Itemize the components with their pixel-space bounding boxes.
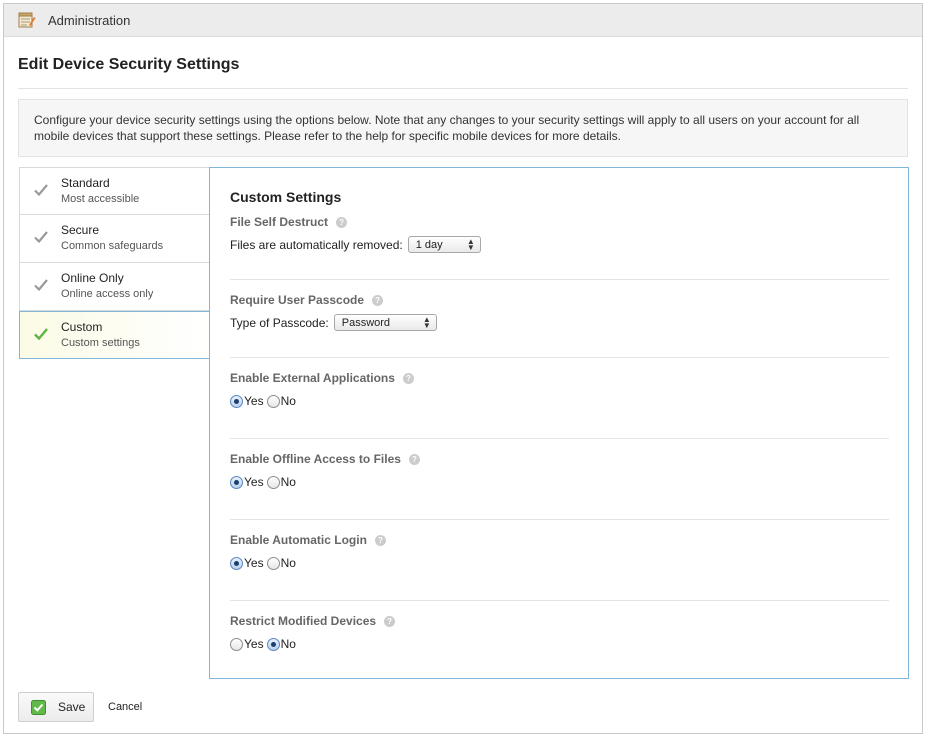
custom-settings-panel: Custom Settings File Self Destruct ? Fil… (209, 167, 909, 679)
field-label: Files are automatically removed: (230, 237, 403, 252)
help-icon[interactable]: ? (402, 372, 414, 384)
save-button[interactable]: Save (18, 692, 94, 722)
setting-restrict-modified: Restrict Modified Devices ? Yes No (230, 614, 889, 651)
setting-label: Require User Passcode ? (230, 293, 889, 307)
checkmark-icon (34, 278, 48, 292)
window-title: Administration (48, 12, 131, 28)
select-arrows-icon: ▲ ▼ (466, 236, 475, 252)
setting-label: Enable External Applications ? (230, 371, 889, 385)
select-arrows-icon: ▲ ▼ (422, 314, 431, 330)
setting-external-apps: Enable External Applications ? Yes No (230, 371, 889, 408)
section-divider (230, 600, 889, 601)
external-apps-no-radio[interactable]: No (266, 394, 296, 408)
cancel-link[interactable]: Cancel (108, 701, 142, 713)
sidebar-item-standard[interactable]: Standard Most accessible (19, 167, 209, 215)
setting-label-text: Enable Automatic Login (230, 533, 367, 547)
restrict-modified-no-radio[interactable]: No (266, 637, 296, 651)
section-divider (230, 519, 889, 520)
sidebar-item-online-only[interactable]: Online Only Online access only (19, 263, 209, 311)
sidebar-item-name: Secure (61, 223, 100, 237)
checkmark-icon (34, 327, 48, 341)
checkmark-icon (34, 183, 48, 197)
setting-require-passcode: Require User Passcode ? Type of Passcode… (230, 293, 889, 331)
setting-auto-login: Enable Automatic Login ? Yes No (230, 533, 889, 570)
sidebar-item-name: Online Only (61, 271, 124, 285)
form-footer: Save Cancel (18, 692, 142, 722)
title-divider (18, 88, 908, 89)
external-apps-yes-radio[interactable]: Yes (230, 394, 264, 408)
section-divider (230, 279, 889, 280)
section-divider (230, 438, 889, 439)
setting-label-text: Restrict Modified Devices (230, 614, 377, 628)
select-value: Password (341, 316, 391, 329)
sidebar-item-subtitle: Custom settings (61, 337, 140, 349)
setting-label-text: Enable Offline Access to Files (230, 452, 401, 466)
offline-access-no-radio[interactable]: No (266, 475, 296, 489)
sidebar-item-name: Standard (61, 176, 110, 190)
passcode-type-select[interactable]: Password ▲ ▼ (333, 314, 437, 331)
setting-label: File Self Destruct ? (230, 215, 889, 229)
setting-label-text: Require User Passcode (230, 293, 365, 307)
auto-login-yes-radio[interactable]: Yes (230, 556, 264, 570)
setting-label: Enable Offline Access to Files ? (230, 452, 889, 466)
sidebar-item-subtitle: Online access only (61, 288, 154, 300)
preset-sidebar: Standard Most accessible Secure Common s… (19, 167, 209, 359)
intro-text: Configure your device security settings … (18, 99, 908, 157)
admin-window: Administration Edit Device Security Sett… (3, 3, 923, 734)
sidebar-item-secure[interactable]: Secure Common safeguards (19, 215, 209, 263)
notepad-icon (18, 12, 36, 28)
sidebar-item-name: Custom (61, 320, 103, 334)
setting-label: Enable Automatic Login ? (230, 533, 889, 547)
help-icon[interactable]: ? (374, 534, 386, 546)
setting-file-self-destruct: File Self Destruct ? Files are automatic… (230, 215, 889, 253)
page-title: Edit Device Security Settings (18, 56, 240, 73)
help-icon[interactable]: ? (384, 615, 396, 627)
sidebar-item-custom[interactable]: Custom Custom settings (19, 311, 209, 359)
field-label: Type of Passcode: (230, 315, 329, 330)
setting-label: Restrict Modified Devices ? (230, 614, 889, 628)
save-label: Save (58, 700, 86, 714)
setting-offline-access: Enable Offline Access to Files ? Yes No (230, 452, 889, 489)
section-divider (230, 357, 889, 358)
sidebar-item-subtitle: Most accessible (61, 193, 140, 205)
select-value: 1 day (415, 238, 443, 251)
checkmark-icon (31, 699, 46, 715)
help-icon[interactable]: ? (336, 216, 348, 228)
checkmark-icon (34, 230, 48, 244)
restrict-modified-yes-radio[interactable]: Yes (230, 637, 264, 651)
auto-login-no-radio[interactable]: No (266, 556, 296, 570)
setting-label-text: File Self Destruct (230, 215, 329, 229)
panel-title: Custom Settings (230, 189, 342, 205)
help-icon[interactable]: ? (372, 294, 384, 306)
title-bar: Administration (4, 4, 922, 37)
offline-access-yes-radio[interactable]: Yes (230, 475, 264, 489)
self-destruct-select[interactable]: 1 day ▲ ▼ (407, 236, 481, 253)
setting-label-text: Enable External Applications (230, 371, 395, 385)
help-icon[interactable]: ? (408, 453, 420, 465)
sidebar-item-subtitle: Common safeguards (61, 240, 164, 252)
